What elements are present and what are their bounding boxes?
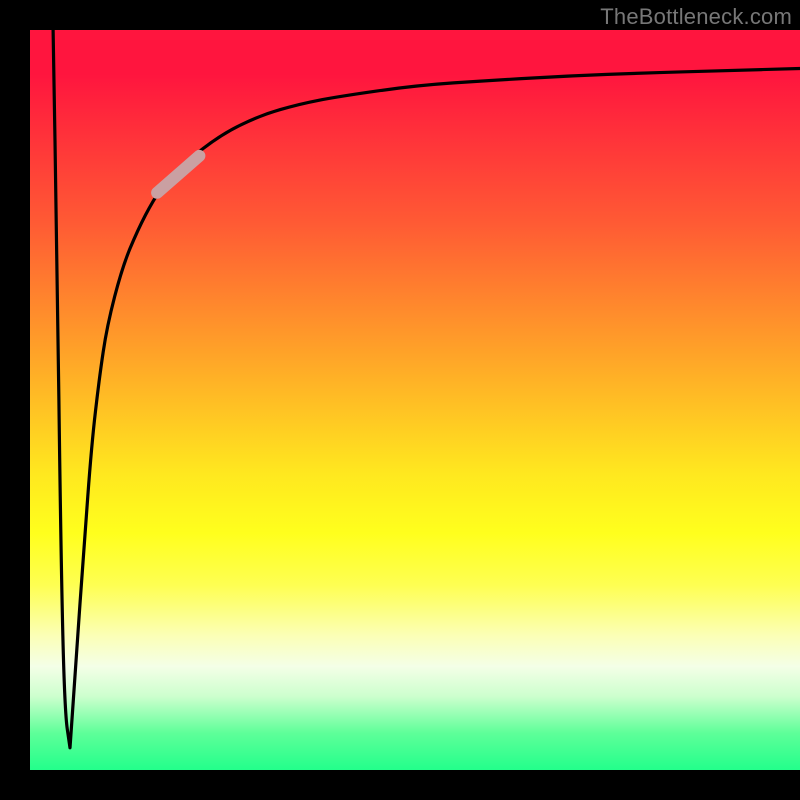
curve-layer <box>30 30 800 770</box>
plot-area <box>30 30 800 770</box>
watermark-text: TheBottleneck.com <box>600 4 792 30</box>
curve-path <box>53 30 800 748</box>
chart-stage: TheBottleneck.com <box>0 0 800 800</box>
highlight-path <box>157 156 199 193</box>
